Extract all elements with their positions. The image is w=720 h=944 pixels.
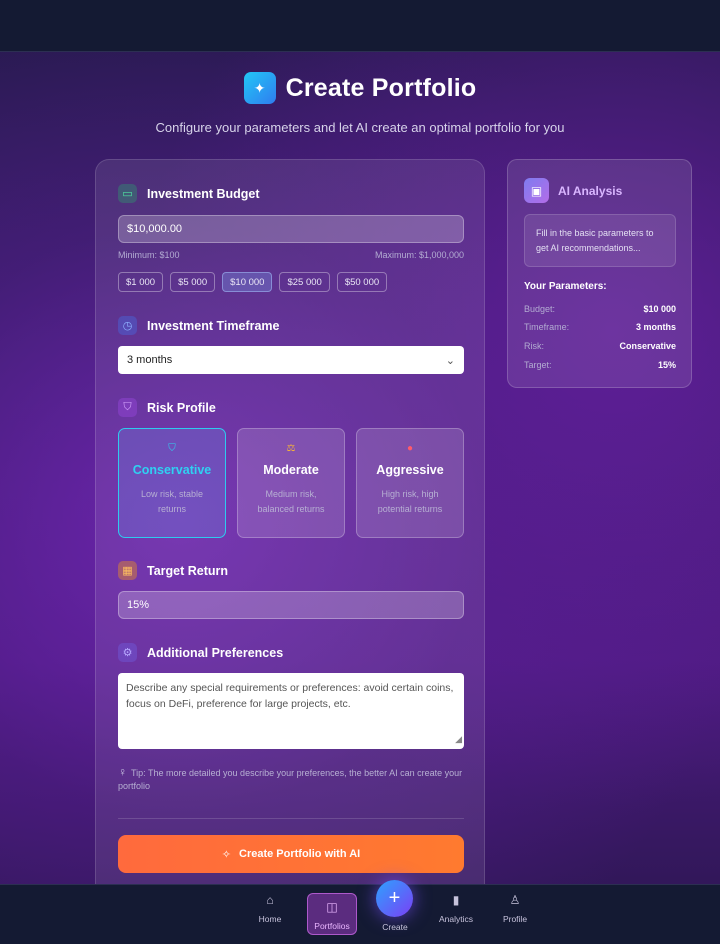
nav-profile[interactable]: ♙ Profile (490, 893, 540, 924)
parameters-title: Your Parameters: (524, 281, 607, 292)
shield-check-icon: ⛉ (118, 398, 137, 417)
risk-option-conservative[interactable]: ⛉ Conservative Low risk, stable returns (118, 428, 226, 538)
money-icon: ▭ (118, 184, 137, 203)
top-bar (0, 0, 720, 52)
budget-title: Investment Budget (147, 186, 260, 201)
budget-section-header: ▭ Investment Budget (118, 184, 260, 203)
chevron-down-icon: ⌄ (445, 354, 455, 367)
risk-name: Aggressive (376, 463, 444, 477)
create-fab-button[interactable]: + (376, 880, 413, 917)
risk-desc: High risk, high potential returns (377, 489, 443, 514)
target-section-header: ▦ Target Return (118, 561, 228, 580)
budget-limits: Minimum: $100 Maximum: $1,000,000 (118, 250, 464, 260)
chart-icon: ▦ (118, 561, 137, 580)
budget-min: Minimum: $100 (118, 250, 180, 260)
param-key: Risk: (524, 341, 544, 351)
param-row-budget: Budget: $10 000 (524, 304, 676, 314)
resize-handle-icon[interactable]: ◢ (455, 731, 462, 747)
preferences-section-header: ⚙ Additional Preferences (118, 643, 283, 662)
lightbulb-icon: ♀ (118, 765, 127, 779)
tip-label: Tip: The more detailed you describe your… (118, 768, 463, 791)
target-title: Target Return (147, 563, 229, 578)
user-icon: ♙ (509, 893, 521, 907)
param-key: Target: (524, 360, 552, 370)
param-row-timeframe: Timeframe: 3 months (524, 322, 676, 332)
scales-icon: ⚖ (286, 443, 296, 454)
sparkle-icon: ✦ (243, 72, 276, 104)
preset-25000-button[interactable]: $25 000 (279, 272, 330, 292)
home-icon: ⌂ (266, 893, 274, 907)
nav-portfolios-label: Portfolios (314, 921, 350, 931)
gear-icon: ⚙ (118, 643, 137, 662)
timeframe-title: Investment Timeframe (147, 318, 280, 333)
preset-1000-button[interactable]: $1 000 (118, 272, 164, 292)
nav-analytics-label: Analytics (438, 914, 473, 924)
nav-home[interactable]: ⌂ Home (245, 893, 295, 924)
ai-analysis-header: ▣ AI Analysis (524, 178, 622, 203)
bottom-navigation: ⌂ Home ◫ Portfolios ▮ Analytics ♙ Profil… (0, 884, 720, 944)
budget-input[interactable]: $10,000.00 (118, 215, 464, 243)
param-value: 15% (657, 360, 676, 370)
portfolio-form-card: ▭ Investment Budget $10,000.00 Minimum: … (95, 159, 485, 899)
ai-analysis-panel: ▣ AI Analysis Fill in the basic paramete… (507, 159, 692, 388)
divider (118, 818, 464, 819)
preferences-placeholder: Describe any special requirements or pre… (126, 682, 454, 710)
create-portfolio-label: Create Portfolio with AI (239, 848, 361, 860)
preset-5000-button[interactable]: $5 000 (170, 272, 216, 292)
ai-analysis-message: Fill in the basic parameters to get AI r… (524, 214, 676, 267)
param-row-risk: Risk: Conservative (524, 341, 676, 351)
portfolio-icon: ◫ (326, 900, 338, 914)
sparkle-icon: ✧ (221, 848, 231, 861)
target-value: 15% (127, 599, 150, 611)
risk-options: ⛉ Conservative Low risk, stable returns … (118, 428, 464, 538)
nav-portfolios[interactable]: ◫ Portfolios (307, 893, 357, 935)
preferences-title: Additional Preferences (147, 645, 284, 660)
timeframe-select[interactable]: 3 months ⌄ (118, 346, 464, 374)
page-title: Create Portfolio (285, 73, 477, 102)
risk-desc: Medium risk, balanced returns (257, 489, 325, 514)
risk-desc: Low risk, stable returns (140, 489, 204, 514)
create-portfolio-button[interactable]: ✧ Create Portfolio with AI (118, 835, 464, 873)
chip-icon: ▣ (524, 178, 549, 203)
timeframe-value: 3 months (127, 354, 173, 366)
preferences-textarea[interactable]: Describe any special requirements or pre… (118, 673, 464, 749)
param-key: Timeframe: (524, 322, 570, 332)
nav-create-label: Create (382, 922, 408, 932)
tip-text: ♀ Tip: The more detailed you describe you… (118, 766, 464, 793)
budget-presets: $1 000 $5 000 $10 000 $25 000 $50 000 (118, 272, 388, 292)
risk-title: Risk Profile (147, 400, 216, 415)
nav-analytics[interactable]: ▮ Analytics (431, 893, 481, 924)
preset-10000-button[interactable]: $10 000 (222, 272, 273, 292)
nav-home-label: Home (258, 914, 282, 924)
preset-50000-button[interactable]: $50 000 (336, 272, 388, 292)
rocket-icon: ● (406, 443, 414, 454)
nav-profile-label: Profile (502, 914, 528, 924)
clock-icon: ◷ (118, 316, 137, 335)
param-value: Conservative (619, 341, 676, 351)
shield-icon: ⛉ (168, 443, 176, 454)
budget-value: $10,000.00 (127, 223, 183, 235)
target-return-input[interactable]: 15% (118, 591, 464, 619)
page-header: ✦ Create Portfolio Configure your parame… (0, 72, 720, 135)
param-value: 3 months (635, 322, 676, 332)
risk-name: Moderate (263, 463, 319, 477)
page-subtitle: Configure your parameters and let AI cre… (155, 120, 565, 135)
risk-section-header: ⛉ Risk Profile (118, 398, 216, 417)
bar-chart-icon: ▮ (452, 893, 460, 907)
risk-option-aggressive[interactable]: ● Aggressive High risk, high potential r… (356, 428, 464, 538)
param-key: Budget: (524, 304, 556, 314)
ai-analysis-title: AI Analysis (558, 183, 623, 198)
param-value: $10 000 (643, 304, 676, 314)
timeframe-section-header: ◷ Investment Timeframe (118, 316, 279, 335)
risk-name: Conservative (132, 463, 212, 477)
title-row: ✦ Create Portfolio (0, 72, 720, 104)
risk-option-moderate[interactable]: ⚖ Moderate Medium risk, balanced returns (237, 428, 345, 538)
param-row-target: Target: 15% (524, 360, 676, 370)
plus-icon: + (388, 887, 401, 909)
budget-max: Maximum: $1,000,000 (374, 250, 464, 260)
